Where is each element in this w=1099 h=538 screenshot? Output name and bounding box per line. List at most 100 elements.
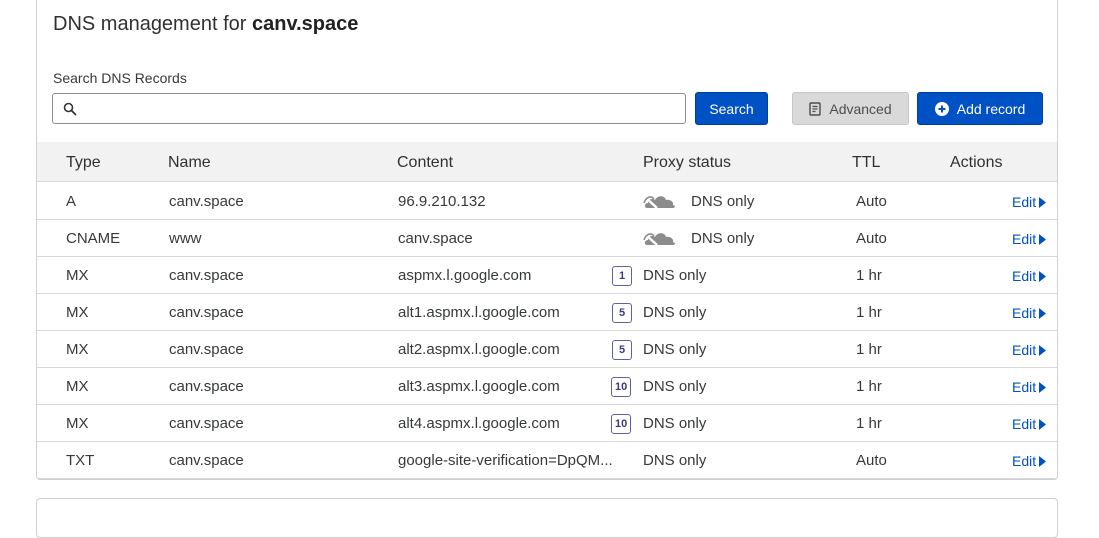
edit-label: Edit	[1012, 268, 1037, 284]
edit-link[interactable]: Edit	[1012, 194, 1047, 210]
record-name: canv.space	[169, 304, 244, 321]
search-button-label: Search	[709, 100, 754, 117]
record-content: aspmx.l.google.com	[398, 267, 532, 284]
search-input[interactable]	[83, 97, 677, 122]
table-row: TXT canv.space google-site-verification=Dp…	[37, 442, 1057, 479]
dns-management-card: DNS management for canv.space Search DNS…	[36, 0, 1058, 480]
record-content: alt4.aspmx.l.google.com	[398, 415, 560, 432]
record-type: MX	[66, 415, 89, 432]
table-row: CNAME www canv.space DNS only Auto Edit	[37, 220, 1057, 257]
record-type: A	[66, 193, 77, 210]
mx-priority-badge: 5	[612, 303, 632, 323]
proxy-status: DNS only	[691, 230, 755, 247]
record-ttl: 1 hr	[856, 341, 882, 358]
record-content: 96.9.210.132	[398, 193, 486, 210]
edit-label: Edit	[1012, 379, 1037, 395]
record-content: google-site-verification=DpQM...	[398, 452, 613, 469]
caret-right-icon	[1039, 196, 1047, 208]
mx-priority-badge: 1	[612, 266, 632, 286]
edit-link[interactable]: Edit	[1012, 379, 1047, 395]
search-label: Search DNS Records	[53, 70, 187, 86]
table-row: MX canv.space alt2.aspmx.l.google.com 5 DNS …	[37, 331, 1057, 368]
table-row: MX canv.space alt1.aspmx.l.google.com 5 DNS …	[37, 294, 1057, 331]
edit-label: Edit	[1012, 231, 1037, 247]
add-record-button[interactable]: Add record	[917, 92, 1043, 125]
caret-right-icon	[1039, 307, 1047, 319]
search-icon	[63, 102, 77, 116]
record-content: canv.space	[398, 230, 473, 247]
record-ttl: 1 hr	[856, 378, 882, 395]
proxy-status: DNS only	[643, 452, 707, 469]
table-header: Type Name Content Proxy status TTL Actio…	[37, 142, 1057, 182]
advanced-button-label: Advanced	[829, 100, 892, 117]
caret-right-icon	[1039, 344, 1047, 356]
caret-right-icon	[1039, 233, 1047, 245]
edit-link[interactable]: Edit	[1012, 342, 1047, 358]
proxy-status: DNS only	[643, 415, 707, 432]
record-name: canv.space	[169, 378, 244, 395]
record-ttl: Auto	[856, 230, 887, 247]
record-name: www	[169, 230, 202, 247]
column-name[interactable]: Name	[168, 154, 211, 172]
column-type[interactable]: Type	[66, 154, 101, 172]
edit-link[interactable]: Edit	[1012, 416, 1047, 432]
advanced-button[interactable]: Advanced	[792, 92, 909, 125]
table-row: MX canv.space aspmx.l.google.com 1 DNS only 1…	[37, 257, 1057, 294]
column-ttl[interactable]: TTL	[852, 154, 880, 172]
proxy-status: DNS only	[691, 193, 755, 210]
table-row: Acanv.space 96.9.210.132 DNS only Auto Edit	[37, 183, 1057, 220]
column-actions: Actions	[950, 154, 1003, 171]
grey-cloud-icon	[643, 233, 675, 246]
edit-link[interactable]: Edit	[1012, 268, 1047, 284]
column-proxy-status[interactable]: Proxy status	[643, 154, 731, 172]
next-section-card	[36, 498, 1058, 538]
edit-label: Edit	[1012, 342, 1037, 358]
record-type: MX	[66, 267, 89, 284]
proxy-status: DNS only	[643, 304, 707, 321]
search-button[interactable]: Search	[695, 92, 768, 125]
record-content: alt3.aspmx.l.google.com	[398, 378, 560, 395]
edit-link[interactable]: Edit	[1012, 453, 1047, 469]
record-name: canv.space	[169, 267, 244, 284]
record-ttl: 1 hr	[856, 415, 882, 432]
record-type: MX	[66, 304, 89, 321]
record-type: CNAME	[66, 230, 121, 247]
page-title: DNS management for canv.space	[53, 13, 358, 36]
search-field[interactable]	[52, 93, 686, 124]
edit-link[interactable]: Edit	[1012, 231, 1047, 247]
caret-right-icon	[1039, 381, 1047, 393]
column-content[interactable]: Content	[397, 154, 453, 172]
page-title-prefix: DNS management for	[53, 13, 247, 35]
table-row: MX canv.space alt3.aspmx.l.google.com 10 DNS…	[37, 368, 1057, 405]
edit-label: Edit	[1012, 305, 1037, 321]
record-ttl: 1 hr	[856, 304, 882, 321]
document-icon	[809, 101, 822, 116]
grey-cloud-icon	[643, 196, 675, 209]
record-content: alt1.aspmx.l.google.com	[398, 304, 560, 321]
record-ttl: Auto	[856, 452, 887, 469]
page-title-domain: canv.space	[251, 13, 359, 35]
mx-priority-badge: 5	[612, 340, 632, 360]
mx-priority-badge: 10	[611, 377, 632, 397]
record-name: canv.space	[169, 193, 244, 210]
record-type: MX	[66, 341, 89, 358]
record-ttl: Auto	[856, 193, 887, 210]
record-ttl: 1 hr	[856, 267, 882, 284]
plus-circle-icon	[934, 101, 949, 116]
record-type: TXT	[66, 452, 95, 469]
record-name: canv.space	[169, 341, 244, 358]
add-record-button-label: Add record	[956, 100, 1026, 117]
edit-label: Edit	[1012, 453, 1037, 469]
table-row: MX canv.space alt4.aspmx.l.google.com 10 DNS…	[37, 405, 1057, 442]
edit-link[interactable]: Edit	[1012, 305, 1047, 321]
record-content: alt2.aspmx.l.google.com	[398, 341, 560, 358]
edit-label: Edit	[1012, 194, 1037, 210]
proxy-status: DNS only	[643, 341, 707, 358]
record-name: canv.space	[169, 452, 244, 469]
mx-priority-badge: 10	[611, 414, 632, 434]
caret-right-icon	[1039, 418, 1047, 430]
caret-right-icon	[1039, 270, 1047, 282]
proxy-status: DNS only	[643, 267, 707, 284]
record-type: MX	[66, 378, 89, 395]
caret-right-icon	[1039, 455, 1047, 467]
